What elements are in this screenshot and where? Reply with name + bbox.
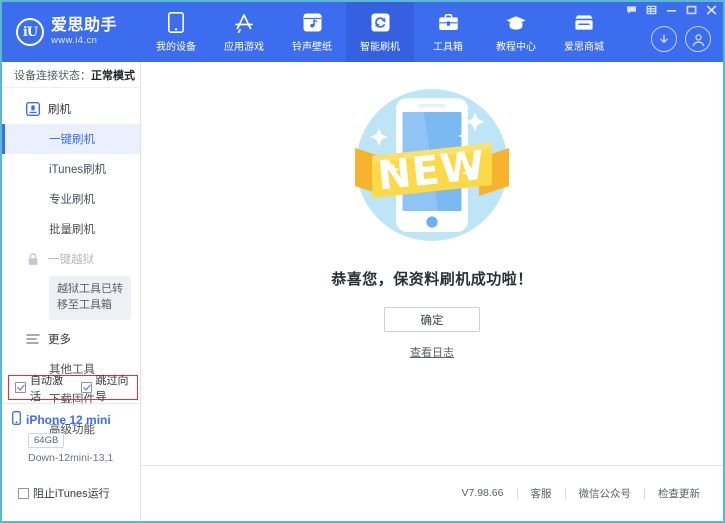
- phone-icon: [165, 12, 187, 34]
- nav-label: 我的设备: [156, 38, 196, 53]
- brand-site: www.i4.cn: [51, 36, 117, 46]
- flash-options-highlight: 自动激活 跳过向导: [8, 375, 138, 400]
- flash-icon: [26, 102, 40, 116]
- sidebar-group-more[interactable]: 更多: [2, 324, 140, 354]
- sidebar: 设备连接状态：正常模式 刷机 一键刷机 iTunes刷机: [2, 62, 141, 465]
- nav-item-store[interactable]: 爱思商城: [550, 2, 618, 62]
- checkbox-label: 阻止iTunes运行: [33, 485, 110, 501]
- device-identifier: Down-12mini-13,1: [28, 452, 140, 464]
- nav-item-tutorial-center[interactable]: 教程中心: [482, 2, 550, 62]
- sidebar-item-label: 专业刷机: [49, 191, 95, 207]
- sidebar-item-batch-flash[interactable]: 批量刷机: [2, 214, 140, 244]
- checkbox-box: [81, 382, 92, 393]
- sidebar-item-label: 批量刷机: [49, 221, 95, 237]
- status-bar: 阻止iTunes运行 V7.98.66 客服 微信公众号 检查更新: [2, 465, 723, 521]
- device-icon: [12, 411, 21, 428]
- sidebar-item-pro-flash[interactable]: 专业刷机: [2, 184, 140, 214]
- status-bar-left: 阻止iTunes运行: [2, 465, 141, 521]
- new-phone-badge-illustration: NEW: [339, 72, 525, 258]
- sidebar-group-jailbreak: 一键越狱: [2, 244, 140, 274]
- skip-wizard-checkbox[interactable]: 跳过向导: [81, 372, 138, 404]
- connection-status-label: 设备连接状态：: [14, 67, 91, 83]
- graduation-icon: [505, 12, 527, 34]
- main-nav: 我的设备 应用游戏: [142, 2, 618, 62]
- logo-mark-icon: iU: [16, 18, 44, 46]
- confirm-button[interactable]: 确定: [384, 307, 480, 332]
- more-icon: [26, 332, 40, 346]
- nav-label: 铃声壁纸: [292, 38, 332, 53]
- block-itunes-checkbox[interactable]: 阻止iTunes运行: [18, 485, 110, 501]
- lock-icon: [26, 252, 40, 266]
- sidebar-item-itunes-flash[interactable]: iTunes刷机: [2, 154, 140, 184]
- brand-title: 爱思助手: [51, 18, 117, 35]
- connected-device-panel[interactable]: iPhone 12 mini 64GB Down-12mini-13,1: [2, 403, 140, 465]
- nav-label: 应用游戏: [224, 38, 264, 53]
- music-icon: [301, 12, 323, 34]
- app-header: iU 爱思助手 www.i4.cn 我的设备: [2, 2, 723, 62]
- view-log-link[interactable]: 查看日志: [410, 344, 454, 360]
- nav-label: 智能刷机: [360, 38, 400, 53]
- customer-service-link[interactable]: 客服: [518, 486, 565, 501]
- main-content: NEW 恭喜您，保资料刷机成功啦！ 确定 查看日志: [141, 62, 723, 465]
- auto-activate-checkbox[interactable]: 自动激活: [15, 372, 72, 404]
- nav-item-ringtones-wallpapers[interactable]: 铃声壁纸: [278, 2, 346, 62]
- connection-status: 设备连接状态：正常模式: [2, 62, 140, 88]
- sidebar-item-one-key-flash[interactable]: 一键刷机: [2, 124, 140, 154]
- header-right-actions: [623, 2, 723, 62]
- brand-text: 爱思助手 www.i4.cn: [51, 18, 117, 47]
- minimize-icon[interactable]: [666, 4, 677, 15]
- sidebar-group-label: 刷机: [48, 101, 71, 117]
- feedback-icon[interactable]: [626, 4, 637, 15]
- sidebar-item-label: iTunes刷机: [49, 161, 106, 177]
- checkbox-box: [15, 382, 26, 393]
- checkbox-label: 自动激活: [30, 372, 72, 404]
- app-version: V7.98.66: [448, 487, 516, 499]
- nav-item-my-device[interactable]: 我的设备: [142, 2, 210, 62]
- device-capacity-badge: 64GB: [28, 433, 64, 448]
- appstore-icon: [233, 12, 255, 34]
- nav-label: 教程中心: [496, 38, 536, 53]
- sidebar-group-label: 一键越狱: [48, 251, 94, 267]
- wechat-official-link[interactable]: 微信公众号: [566, 486, 645, 501]
- refresh-icon: [369, 12, 391, 34]
- checkbox-box: [18, 488, 29, 499]
- status-bar-right: V7.98.66 客服 微信公众号 检查更新: [448, 465, 713, 521]
- window-controls: [626, 4, 717, 15]
- toolbox-icon: [437, 12, 459, 34]
- brand-logo[interactable]: iU 爱思助手 www.i4.cn: [2, 2, 142, 62]
- app-window: iU 爱思助手 www.i4.cn 我的设备: [0, 0, 725, 523]
- maximize-icon[interactable]: [686, 4, 697, 15]
- download-icon[interactable]: [651, 26, 677, 52]
- shop-icon: [573, 12, 595, 34]
- close-icon[interactable]: [706, 4, 717, 15]
- check-update-link[interactable]: 检查更新: [645, 486, 713, 501]
- nav-item-toolbox[interactable]: 工具箱: [414, 2, 482, 62]
- nav-item-smart-flash[interactable]: 智能刷机: [346, 2, 414, 62]
- success-message: 恭喜您，保资料刷机成功啦！: [331, 268, 533, 289]
- nav-label: 工具箱: [433, 38, 463, 53]
- checkbox-label: 跳过向导: [96, 372, 138, 404]
- nav-item-apps-games[interactable]: 应用游戏: [210, 2, 278, 62]
- account-icon[interactable]: [685, 26, 711, 52]
- jailbreak-moved-tooltip: 越狱工具已转移至工具箱: [49, 276, 131, 320]
- sidebar-group-label: 更多: [48, 331, 71, 347]
- device-name-row: iPhone 12 mini: [12, 411, 140, 428]
- sidebar-group-flash[interactable]: 刷机: [2, 94, 140, 124]
- sidebar-item-label: 一键刷机: [49, 131, 95, 147]
- nav-label: 爱思商城: [564, 38, 604, 53]
- tooltip-text: 越狱工具已转移至工具箱: [57, 283, 123, 311]
- menu-icon[interactable]: [646, 4, 657, 15]
- connection-status-value: 正常模式: [91, 67, 135, 83]
- device-name-label: iPhone 12 mini: [26, 413, 111, 427]
